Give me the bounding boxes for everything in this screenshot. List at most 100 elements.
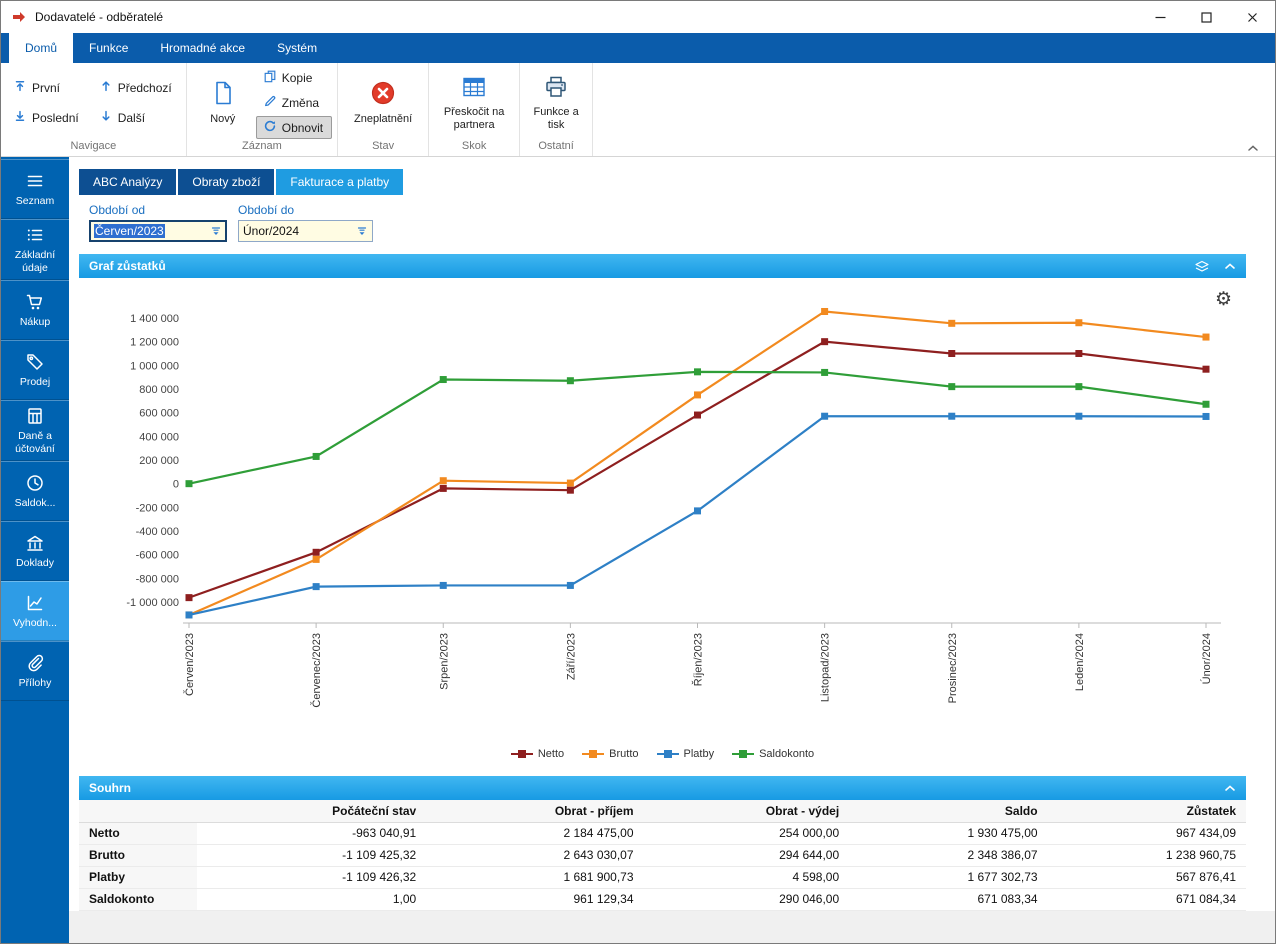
new-record-button[interactable]: Nový <box>192 77 254 128</box>
cell-value: 961 129,34 <box>426 888 643 910</box>
tab-abc-analyzy[interactable]: ABC Analýzy <box>79 169 176 195</box>
next-record-button[interactable]: Další <box>92 105 181 131</box>
ribbon-collapse-chevron[interactable] <box>1247 144 1259 152</box>
collapse-chart-chevron[interactable] <box>1224 262 1236 270</box>
group-label-skok: Skok <box>434 139 514 156</box>
group-label-stav: Stav <box>343 139 423 156</box>
ribbon-tab-funkce[interactable]: Funkce <box>73 33 144 63</box>
sidebar-item-prodej[interactable]: Prodej <box>1 340 69 400</box>
content-area: ABC Analýzy Obraty zboží Fakturace a pla… <box>69 157 1275 943</box>
cell-value: -1 109 425,32 <box>197 844 426 866</box>
ribbon-tab-hromadne-akce[interactable]: Hromadné akce <box>144 33 261 63</box>
functions-and-print-button[interactable]: Funkce a tisk <box>525 71 587 135</box>
sidebar-item-doklady[interactable]: Doklady <box>1 521 69 581</box>
close-button[interactable] <box>1229 1 1275 33</box>
ribbon-group-ostatni: Funkce a tisk Ostatní <box>520 63 593 156</box>
menu-icon <box>25 171 45 191</box>
group-label-navigace: Navigace <box>6 139 181 156</box>
functions-and-print-label: Funkce a tisk <box>527 106 585 131</box>
first-record-button[interactable]: První <box>6 75 88 101</box>
sidebar-item-zakladni-udaje[interactable]: Základní údaje <box>1 219 69 280</box>
summary-header-cell: Saldo <box>849 800 1047 822</box>
period-from-combobox[interactable]: Červen/2023 <box>89 220 227 242</box>
period-to-label: Období do <box>238 203 373 217</box>
svg-text:200 000: 200 000 <box>139 455 179 467</box>
cell-value: 671 084,34 <box>1048 888 1246 910</box>
row-name: Saldokonto <box>79 888 197 910</box>
copy-record-label: Kopie <box>282 71 313 85</box>
sidebar-filler <box>1 701 69 943</box>
svg-text:Leden/2024: Leden/2024 <box>1074 633 1086 691</box>
svg-text:Září/2023: Září/2023 <box>565 633 577 680</box>
summary-header-cell: Počáteční stav <box>197 800 426 822</box>
svg-text:Srpen/2023: Srpen/2023 <box>438 633 450 690</box>
gear-icon[interactable]: ⚙ <box>1215 290 1232 309</box>
jump-to-partner-label: Přeskočit na partnera <box>436 106 512 131</box>
cell-value: 2 348 386,07 <box>849 844 1047 866</box>
summary-table: Počáteční stav Obrat - příjem Obrat - vý… <box>79 800 1246 911</box>
arrow-down-to-bar-icon <box>13 109 27 126</box>
cart-icon <box>25 292 45 312</box>
bottom-filler <box>69 911 1275 944</box>
previous-record-label: Předchozí <box>118 81 172 95</box>
change-record-label: Změna <box>282 96 319 110</box>
bank-icon <box>25 533 45 553</box>
invalidate-icon <box>370 80 396 110</box>
svg-text:Listopad/2023: Listopad/2023 <box>820 633 832 702</box>
chart-panel: Graf zůstatků 1 400 0001 200 0001 000 00… <box>79 254 1246 774</box>
sidebar-item-prilohy[interactable]: Přílohy <box>1 641 69 701</box>
svg-text:400 000: 400 000 <box>139 431 179 443</box>
summary-panel-title: Souhrn <box>89 781 1210 795</box>
invalidate-button[interactable]: Zneplatnění <box>343 77 423 128</box>
new-document-icon <box>210 80 236 110</box>
previous-record-button[interactable]: Předchozí <box>92 75 181 101</box>
arrow-up-to-bar-icon <box>13 79 27 96</box>
ribbon-tab-system[interactable]: Systém <box>261 33 333 63</box>
sidebar-item-vyhodnoceni[interactable]: Vyhodn... <box>1 581 69 641</box>
summary-header-cell: Obrat - výdej <box>644 800 850 822</box>
ledger-icon <box>25 406 45 426</box>
ribbon-group-stav: Zneplatnění Stav <box>338 63 429 156</box>
cell-value: -963 040,91 <box>197 822 426 844</box>
sidebar-item-dane-a-uctovani[interactable]: Daně a účtování <box>1 400 69 461</box>
copy-record-button[interactable]: Kopie <box>256 66 332 89</box>
sidebar-item-seznam[interactable]: Seznam <box>1 159 69 219</box>
chart-panel-header: Graf zůstatků <box>79 254 1246 278</box>
svg-text:600 000: 600 000 <box>139 408 179 420</box>
maximize-button[interactable] <box>1183 1 1229 33</box>
dropdown-arrow-icon[interactable] <box>352 221 372 241</box>
next-record-label: Další <box>118 111 145 125</box>
minimize-button[interactable] <box>1137 1 1183 33</box>
ribbon-tab-strip: Domů Funkce Hromadné akce Systém <box>1 33 1275 63</box>
printer-icon <box>543 74 569 104</box>
period-to-combobox[interactable]: Únor/2024 <box>238 220 373 242</box>
ribbon-tab-domu[interactable]: Domů <box>9 33 73 63</box>
ribbon-group-skok: Přeskočit na partnera Skok <box>429 63 520 156</box>
cell-value: 1 238 960,75 <box>1048 844 1246 866</box>
sidebar-item-saldokonto[interactable]: Saldok... <box>1 461 69 521</box>
dropdown-arrow-icon[interactable] <box>206 221 226 241</box>
layers-icon[interactable] <box>1194 260 1210 273</box>
svg-text:-600 000: -600 000 <box>136 550 179 562</box>
cell-value: 254 000,00 <box>644 822 850 844</box>
arrow-up-icon <box>99 79 113 96</box>
svg-text:Červen/2023: Červen/2023 <box>183 633 196 696</box>
jump-to-partner-button[interactable]: Přeskočit na partnera <box>434 71 514 135</box>
window-title: Dodavatelé - odběratelé <box>35 10 1137 24</box>
svg-text:0: 0 <box>173 479 179 491</box>
change-record-button[interactable]: Změna <box>256 91 332 114</box>
first-record-label: První <box>32 81 60 95</box>
balance-chart: 1 400 0001 200 0001 000 000800 000600 00… <box>79 278 1246 774</box>
table-row-platby: Platby -1 109 426,32 1 681 900,73 4 598,… <box>79 866 1246 888</box>
refresh-record-button[interactable]: Obnovit <box>256 116 332 139</box>
summary-header-row: Počáteční stav Obrat - příjem Obrat - vý… <box>79 800 1246 822</box>
tab-fakturace-a-platby[interactable]: Fakturace a platby <box>276 169 403 195</box>
collapse-summary-chevron[interactable] <box>1224 784 1236 792</box>
svg-text:-200 000: -200 000 <box>136 502 179 514</box>
period-to-value: Únor/2024 <box>243 224 352 238</box>
sidebar-item-nakup[interactable]: Nákup <box>1 280 69 340</box>
svg-text:Říjen/2023: Říjen/2023 <box>692 633 705 686</box>
tab-obraty-zbozi[interactable]: Obraty zboží <box>178 169 274 195</box>
last-record-button[interactable]: Poslední <box>6 105 88 131</box>
svg-text:1 400 000: 1 400 000 <box>130 313 179 325</box>
